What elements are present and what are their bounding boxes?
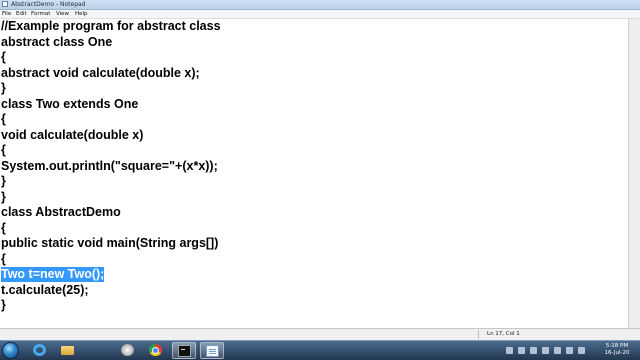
menu-view[interactable]: View bbox=[56, 10, 69, 18]
taskbar-app-media-player[interactable] bbox=[116, 342, 140, 359]
title-bar[interactable]: AbstractDemo - Notepad bbox=[0, 0, 640, 10]
code-line: System.out.println("square="+(x*x)); bbox=[1, 158, 218, 173]
vertical-scrollbar[interactable] bbox=[628, 19, 640, 328]
code-line: } bbox=[1, 81, 6, 95]
taskbar-app-command-prompt[interactable] bbox=[172, 342, 196, 359]
media-player-icon bbox=[121, 344, 134, 356]
code-line: abstract void calculate(double x); bbox=[1, 65, 200, 80]
volume-icon[interactable] bbox=[554, 347, 561, 354]
code-line: t.calculate(25); bbox=[1, 282, 89, 297]
code-line: public static void main(String args[]) bbox=[1, 236, 219, 250]
taskbar-app-notepad[interactable] bbox=[200, 342, 224, 359]
tray-icon[interactable] bbox=[578, 347, 585, 354]
menu-help[interactable]: Help bbox=[75, 10, 88, 18]
code-line: } bbox=[1, 174, 6, 188]
tray-icon[interactable] bbox=[518, 347, 525, 354]
code-line: { bbox=[1, 50, 6, 64]
code-line: } bbox=[1, 298, 6, 312]
start-button[interactable] bbox=[2, 342, 19, 359]
code-line: //Example program for abstract class bbox=[1, 19, 221, 33]
command-prompt-icon bbox=[178, 345, 191, 357]
internet-explorer-icon bbox=[33, 344, 46, 356]
notepad-icon bbox=[206, 345, 219, 357]
code-line: class AbstractDemo bbox=[1, 205, 121, 219]
code-line: { bbox=[1, 143, 6, 157]
code-line-selected: Two t=new Two(); bbox=[1, 267, 105, 282]
taskbar-app-chrome[interactable] bbox=[144, 342, 168, 359]
text-editor[interactable]: //Example program for abstract class abs… bbox=[0, 19, 628, 328]
cursor-position: Ln 17, Col 1 bbox=[487, 331, 520, 337]
menu-edit[interactable]: Edit bbox=[16, 10, 27, 18]
clock-time: 5:18 PM bbox=[605, 343, 629, 349]
taskbar-app-internet-explorer[interactable] bbox=[28, 342, 52, 359]
flag-icon[interactable] bbox=[530, 347, 537, 354]
code-line: } bbox=[1, 189, 6, 204]
code-line: abstract class One bbox=[1, 34, 113, 49]
notepad-app-icon bbox=[2, 1, 8, 7]
menu-format[interactable]: Format bbox=[31, 10, 50, 18]
status-bar: Ln 17, Col 1 bbox=[0, 328, 640, 340]
code-line: class Two extends One bbox=[1, 96, 139, 111]
code-line: { bbox=[1, 251, 6, 266]
code-line: void calculate(double x) bbox=[1, 127, 144, 142]
menu-file[interactable]: File bbox=[2, 10, 11, 18]
system-tray bbox=[504, 345, 594, 357]
clock[interactable]: 5:18 PM 16-Jul-20 bbox=[598, 343, 636, 357]
battery-icon[interactable] bbox=[566, 347, 573, 354]
code-line: { bbox=[1, 112, 6, 126]
menu-bar: File Edit Format View Help bbox=[0, 10, 640, 19]
network-icon[interactable] bbox=[542, 347, 549, 354]
taskbar-app-explorer[interactable] bbox=[56, 342, 80, 359]
tray-icon[interactable] bbox=[506, 347, 513, 354]
clock-date: 16-Jul-20 bbox=[604, 350, 630, 356]
status-divider bbox=[478, 330, 479, 339]
code-line: { bbox=[1, 220, 6, 235]
chrome-icon bbox=[149, 344, 162, 356]
window-title: AbstractDemo - Notepad bbox=[11, 1, 86, 8]
taskbar: 5:18 PM 16-Jul-20 bbox=[0, 340, 640, 360]
folder-icon bbox=[61, 346, 74, 355]
